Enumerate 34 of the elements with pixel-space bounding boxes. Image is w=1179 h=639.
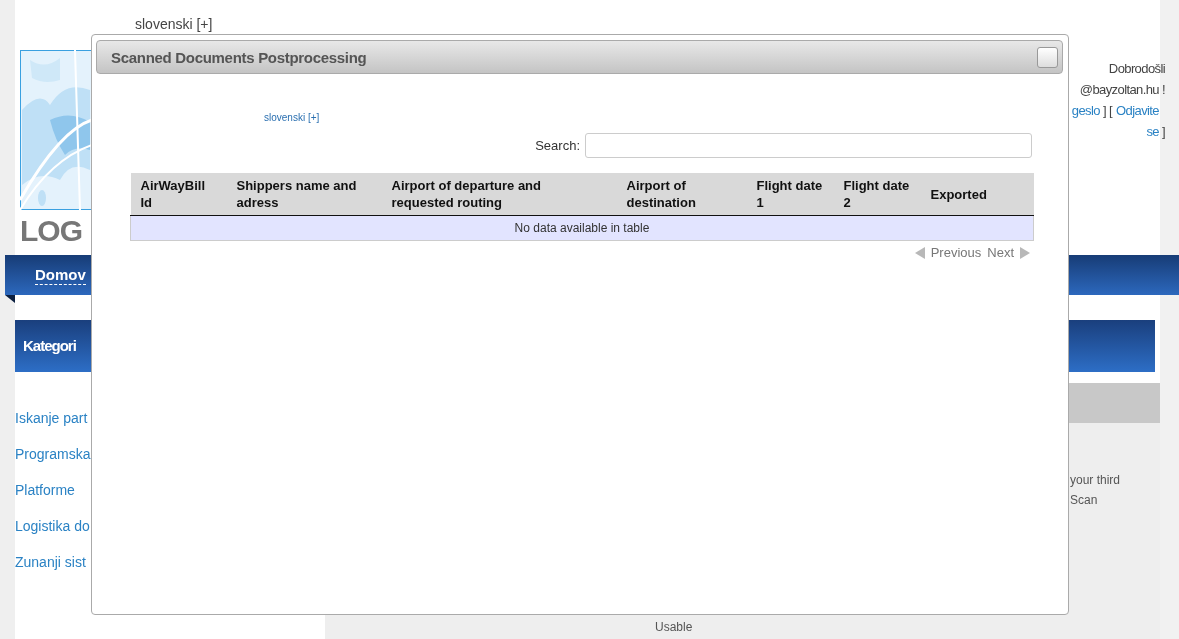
user-email: @bayzoltan.hu !	[1078, 81, 1165, 99]
column-header[interactable]: Shippers name and adress	[226, 173, 382, 216]
column-header[interactable]: AirWayBill Id	[130, 173, 227, 216]
column-header[interactable]: Airport of departure and requested routing	[381, 173, 617, 216]
language-link[interactable]: slovenski [+]	[264, 112, 320, 123]
column-header[interactable]: Exported	[920, 173, 1034, 216]
bracket-text: ]	[1160, 123, 1165, 141]
column-header[interactable]: Flight date 1	[746, 173, 834, 216]
category-link[interactable]: Iskanje part	[15, 400, 88, 436]
search-field[interactable]	[585, 133, 1032, 158]
search-label: Search:	[535, 138, 580, 153]
description-text: your third	[1070, 472, 1121, 489]
empty-table-message: No data available in table	[130, 215, 1034, 241]
nav-link[interactable]: Domov	[35, 265, 86, 285]
welcome-text: Dobrodošli	[1107, 60, 1165, 78]
language-link[interactable]: slovenski [+]	[0, 0, 213, 34]
close-button[interactable]	[1037, 46, 1058, 68]
dialog-title: Scanned Documents Postprocessing	[111, 48, 367, 66]
category-link[interactable]: Platforme	[15, 472, 75, 508]
next-button[interactable]: Next	[987, 245, 1014, 260]
category-link[interactable]: Zunanji sist	[15, 544, 86, 580]
left-triangle-icon	[914, 246, 925, 259]
column-header[interactable]: Airport of destination	[616, 173, 747, 216]
bracket-text: ] [	[1101, 103, 1114, 118]
column-header[interactable]: Flight date 2	[833, 173, 921, 216]
logout-link[interactable]: Odjavite se	[1114, 100, 1159, 142]
previous-button[interactable]: Previous	[930, 245, 982, 260]
category-link[interactable]: Programska	[15, 436, 91, 472]
footer-text: Usable	[654, 619, 693, 636]
logo-text: LOG	[20, 214, 82, 248]
password-link[interactable]: geslo	[1071, 103, 1100, 118]
right-triangle-icon	[1020, 246, 1030, 259]
category-link[interactable]: Logistika do	[15, 508, 90, 544]
description-text: Scan	[1070, 492, 1098, 509]
